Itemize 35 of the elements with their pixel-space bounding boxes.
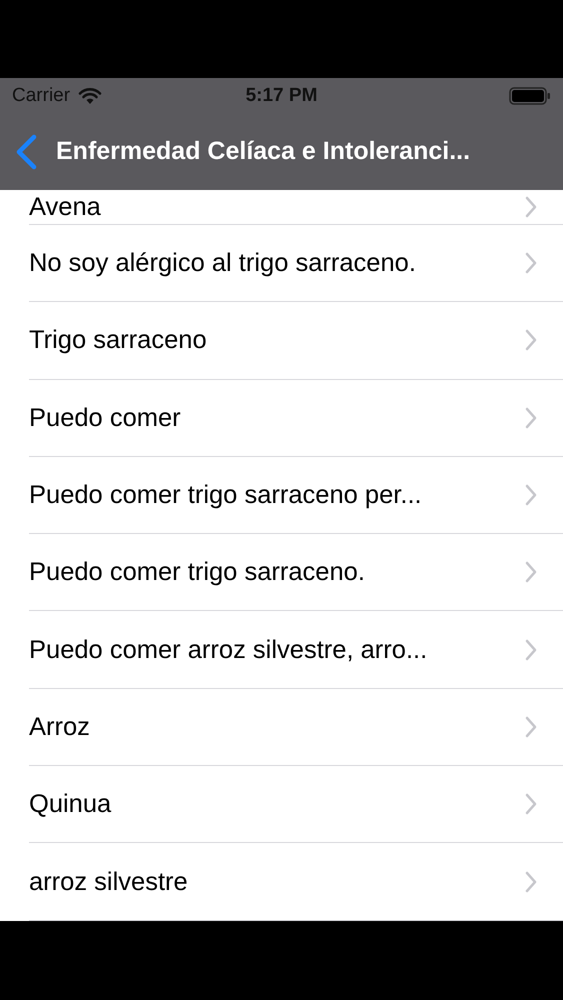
row-label: arroz silvestre	[29, 868, 189, 896]
chevron-icon	[525, 484, 537, 506]
row-label: Quinua	[29, 790, 112, 818]
list-row[interactable]: No soy alérgico al trigo sarraceno.	[0, 225, 563, 302]
list-row[interactable]: Arroz	[0, 688, 563, 766]
list-row[interactable]: Puedo comer	[0, 380, 563, 457]
list-row[interactable]: Puedo comer arroz silvestre, arro...	[0, 611, 563, 689]
chevron-icon	[525, 406, 537, 429]
row-label: Puedo comer trigo sarraceno.	[29, 558, 366, 586]
row-label: Puedo comer trigo sarraceno per...	[29, 481, 423, 510]
status-time: 5:17 PM	[246, 84, 318, 108]
list-row[interactable]: Puedo comer trigo sarraceno.	[0, 534, 563, 612]
chevron-icon	[525, 716, 537, 738]
wifi-icon	[78, 87, 102, 105]
list-row[interactable]: Quinua	[0, 766, 563, 844]
chevron-icon	[525, 638, 537, 661]
chevron-icon	[525, 793, 537, 816]
battery-icon	[509, 87, 551, 105]
row-label: Puedo comer arroz silvestre, arro...	[29, 636, 428, 664]
list-row[interactable]: arroz silvestre	[0, 843, 563, 921]
chevron-icon	[525, 329, 537, 352]
back-icon[interactable]	[14, 134, 38, 170]
row-label: Puedo comer	[29, 404, 182, 432]
list-row[interactable]: Puedo comer trigo sarraceno per...	[0, 456, 563, 534]
row-label: No soy alérgico al trigo sarraceno.	[29, 249, 417, 278]
chevron-icon	[525, 561, 537, 584]
chevron-icon	[525, 196, 537, 218]
row-label: Arroz	[29, 712, 91, 741]
row-label: Avena	[29, 193, 102, 221]
list-row[interactable]: Trigo sarraceno	[0, 302, 563, 380]
screen-title: Enfermedad Celíaca e Intoleranci...	[56, 136, 470, 168]
chevron-icon	[525, 870, 537, 893]
carrier-label: Carrier	[12, 84, 70, 108]
row-label: Trigo sarraceno	[29, 326, 208, 354]
chevron-icon	[525, 252, 537, 274]
